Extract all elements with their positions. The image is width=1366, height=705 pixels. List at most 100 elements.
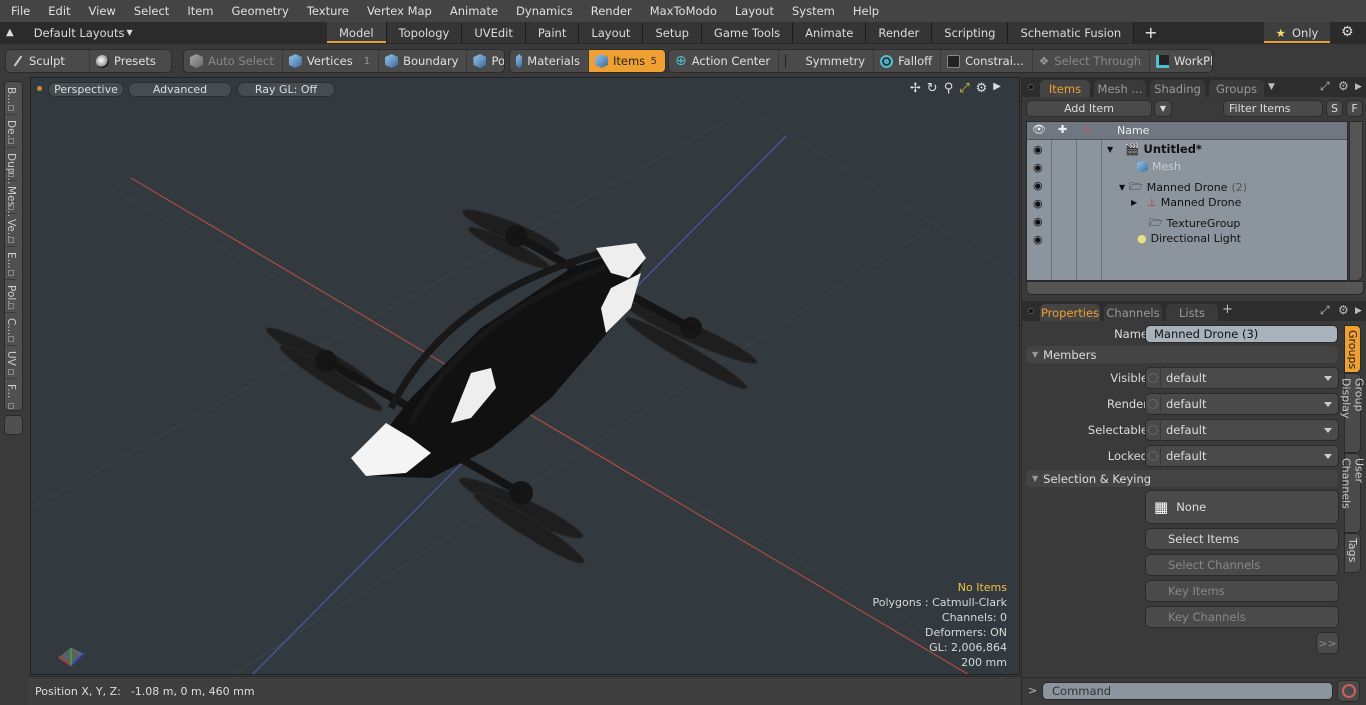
shading-dropdown[interactable]: Advanced	[128, 82, 232, 97]
tree-row[interactable]: ◉ ▼ 🎬 Untitled*	[1027, 140, 1347, 158]
side-tab-user-channels[interactable]: User Channels	[1340, 453, 1366, 533]
tabs-dropdown-icon[interactable]: ▼	[1268, 82, 1275, 92]
zoom-icon[interactable]: ⚲	[944, 81, 954, 96]
tool-tab-basic[interactable]: B...	[5, 82, 17, 115]
tab-lists[interactable]: Lists	[1166, 304, 1218, 321]
tab-render[interactable]: Render	[866, 22, 933, 43]
expand-triangle-icon[interactable]: ▼	[1107, 145, 1113, 154]
menu-select[interactable]: Select	[123, 4, 176, 18]
tab-shading[interactable]: Shading	[1150, 80, 1205, 97]
selection-keying-section-header[interactable]: ▼ Selection & Keying	[1026, 470, 1338, 487]
workplane-button[interactable]: WorkPlane	[1150, 50, 1212, 72]
keyframe-circle-icon[interactable]	[1146, 367, 1161, 389]
name-column-header[interactable]: Name	[1117, 124, 1149, 137]
menu-dynamics[interactable]: Dynamics	[505, 4, 580, 18]
render-dropdown[interactable]: default	[1145, 393, 1339, 415]
gear-icon[interactable]: ⚙	[1341, 24, 1354, 40]
3d-viewport[interactable]: Perspective Advanced Ray GL: Off ✢ ↻ ⚲ ⤢…	[30, 77, 1020, 675]
tool-tab-fusion[interactable]: F...	[5, 379, 17, 412]
panel-gear-icon[interactable]: ⚙	[1338, 303, 1349, 317]
menu-vertex-map[interactable]: Vertex Map	[356, 4, 439, 18]
tab-uvedit[interactable]: UVEdit	[462, 22, 526, 43]
more-options-button[interactable]: >>	[1316, 632, 1339, 654]
tree-row[interactable]: ◉ 🗁 TextureGroup	[1027, 212, 1347, 230]
materials-button[interactable]: Materials	[510, 50, 589, 72]
tab-scripting[interactable]: Scripting	[932, 22, 1009, 43]
collapse-up-icon[interactable]: ▲	[6, 27, 14, 38]
side-tab-groups[interactable]: Groups	[1344, 325, 1361, 373]
only-toggle[interactable]: ★ Only	[1264, 22, 1330, 43]
polygons-button[interactable]: Polygons	[467, 50, 504, 72]
tool-tab-uv[interactable]: UV	[5, 346, 17, 379]
tool-tab-duplicate[interactable]: Dup...	[5, 148, 17, 184]
menu-animate[interactable]: Animate	[439, 4, 505, 18]
tab-setup[interactable]: Setup	[643, 22, 702, 43]
expand-arrow-icon[interactable]: ▶	[993, 81, 1001, 96]
eye-icon[interactable]: ◉	[1033, 143, 1045, 156]
tab-properties[interactable]: Properties	[1040, 304, 1100, 321]
pan-icon[interactable]: ✢	[910, 81, 921, 96]
visible-dropdown[interactable]: default	[1145, 367, 1339, 389]
rotate-icon[interactable]: ↻	[927, 81, 938, 96]
panel-arrow-icon[interactable]: ▶	[1355, 82, 1362, 92]
maximize-icon[interactable]: ⤢	[959, 81, 969, 96]
eye-icon[interactable]: ◉	[1033, 161, 1045, 174]
layout-selector[interactable]: ▲ Default Layouts ▼	[6, 22, 133, 43]
panel-gear-icon[interactable]: ⚙	[1338, 79, 1349, 93]
tree-vertical-scrollbar[interactable]	[1349, 121, 1363, 281]
side-tab-tags[interactable]: Tags	[1344, 533, 1361, 573]
key-channels-button[interactable]: Key Channels	[1145, 606, 1339, 628]
symmetry-button[interactable]: Symmetry	[779, 50, 875, 72]
menu-item[interactable]: Item	[176, 4, 220, 18]
add-tab-button[interactable]: +	[1222, 302, 1233, 317]
viewport-gear-icon[interactable]: ⚙	[976, 81, 988, 96]
panel-arrow-icon[interactable]: ▶	[1355, 306, 1362, 316]
select-items-button[interactable]: Select Items	[1145, 528, 1339, 550]
tree-row[interactable]: ◉ ▼ 🗁 Manned Drone (2)	[1027, 176, 1347, 194]
side-tab-group-display[interactable]: Group Display	[1340, 373, 1366, 453]
tool-tab-edge[interactable]: E...	[5, 247, 17, 280]
eye-icon[interactable]: ◉	[1033, 197, 1045, 210]
locked-dropdown[interactable]: default	[1145, 445, 1339, 467]
add-item-dropdown[interactable]: ▼	[1154, 100, 1172, 117]
menu-texture[interactable]: Texture	[296, 4, 356, 18]
tab-game-tools[interactable]: Game Tools	[701, 22, 794, 43]
auto-select-button[interactable]: Auto Select	[184, 50, 283, 72]
menu-view[interactable]: View	[78, 4, 123, 18]
maximize-panel-icon[interactable]: ⤢	[1320, 303, 1330, 318]
eye-icon[interactable]: ◉	[1033, 233, 1045, 246]
tab-layout[interactable]: Layout	[579, 22, 644, 43]
filter-items-input[interactable]: Filter Items	[1223, 100, 1323, 117]
tool-tab-extra[interactable]	[4, 415, 23, 435]
action-center-button[interactable]: ⊕ Action Center	[669, 50, 780, 72]
panel-menu-dot[interactable]	[1028, 308, 1034, 314]
add-tab-button[interactable]: +	[1134, 22, 1167, 43]
tab-mesh[interactable]: Mesh ...	[1094, 80, 1146, 97]
command-input[interactable]: Command	[1042, 682, 1333, 700]
tab-paint[interactable]: Paint	[525, 22, 580, 43]
select-channels-button[interactable]: Select Channels	[1145, 554, 1339, 576]
menu-help[interactable]: Help	[842, 4, 886, 18]
collapse-triangle-icon[interactable]: ▶	[1131, 198, 1137, 207]
tree-horizontal-scrollbar[interactable]	[1026, 281, 1364, 295]
add-item-button[interactable]: Add Item	[1026, 100, 1152, 117]
keyframe-circle-icon[interactable]	[1146, 393, 1161, 415]
select-through-button[interactable]: ❖ Select Through	[1033, 50, 1151, 72]
presets-button[interactable]: Presets	[90, 50, 164, 72]
view-mode-dropdown[interactable]: Perspective	[48, 82, 124, 97]
tree-row[interactable]: ◉ ● Directional Light	[1027, 230, 1347, 248]
tab-channels[interactable]: Channels	[1104, 304, 1162, 321]
eye-icon[interactable]: ◉	[1033, 215, 1045, 228]
menu-file[interactable]: File	[0, 4, 37, 18]
f-button[interactable]: F	[1346, 100, 1363, 117]
menu-geometry[interactable]: Geometry	[221, 4, 296, 18]
key-items-button[interactable]: Key Items	[1145, 580, 1339, 602]
falloff-button[interactable]: Falloff	[874, 50, 942, 72]
tool-tab-vertex[interactable]: Ve...	[5, 214, 17, 247]
tool-tab-mesh-edit[interactable]: Mes...	[5, 181, 17, 217]
tree-row[interactable]: ◉ ▶ ⊥ Manned Drone	[1027, 194, 1347, 212]
menu-maxtomodo[interactable]: MaxToModo	[639, 4, 724, 18]
keyframe-circle-icon[interactable]	[1146, 445, 1161, 467]
constraints-button[interactable]: Constrai...	[941, 50, 1033, 72]
sculpt-button[interactable]: Sculpt	[6, 50, 90, 72]
